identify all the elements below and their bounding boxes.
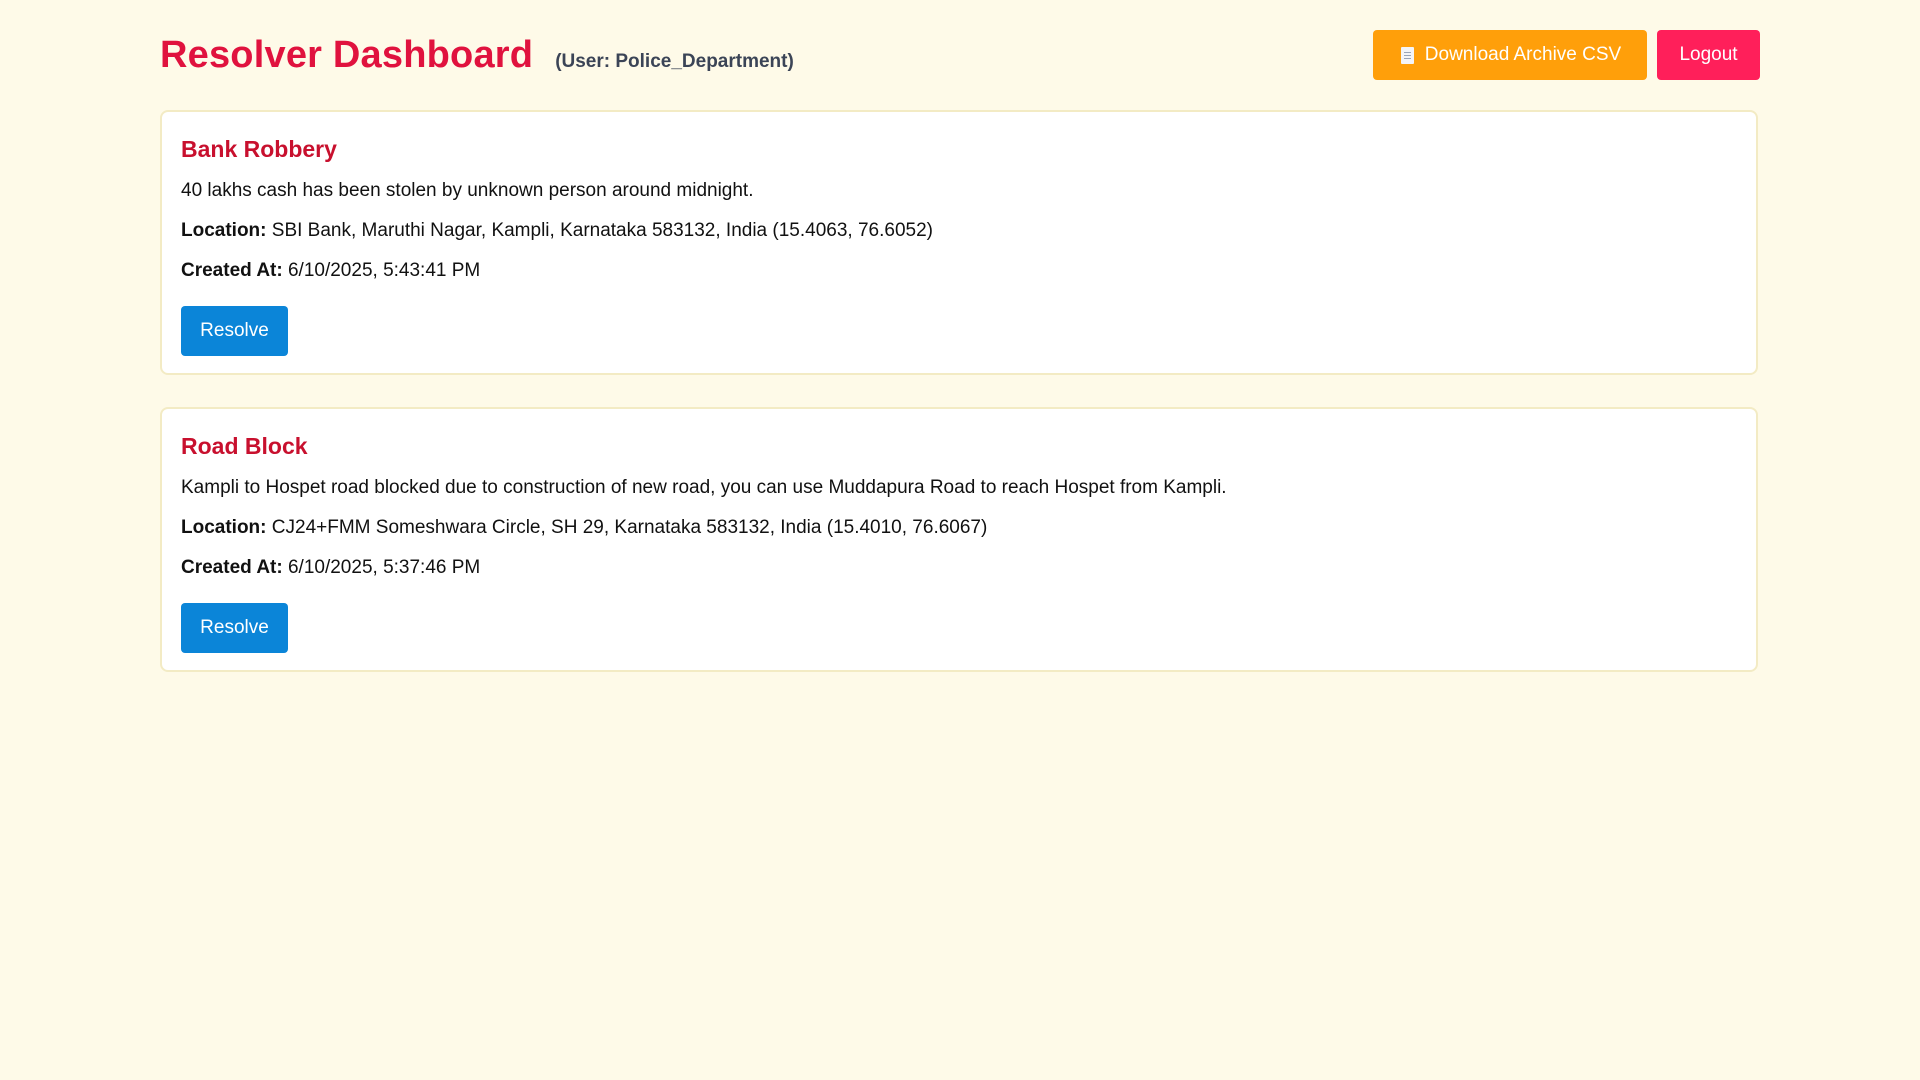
page-title: Resolver Dashboard xyxy=(160,34,534,76)
created-at-value: 6/10/2025, 5:43:41 PM xyxy=(287,260,481,281)
incident-location: Location: CJ24+FMM Someshwara Circle, SH… xyxy=(181,515,1737,541)
download-archive-csv-button[interactable]: Download Archive CSV xyxy=(1373,30,1647,80)
location-value: CJ24+FMM Someshwara Circle, SH 29, Karna… xyxy=(271,517,988,538)
location-label: Location: xyxy=(181,220,267,241)
incident-card-body: Bank Robbery 40 lakhs cash has been stol… xyxy=(181,134,1737,284)
incident-card-body: Road Block Kampli to Hospet road blocked… xyxy=(181,431,1737,581)
location-label: Location: xyxy=(181,517,267,538)
incident-title: Road Block xyxy=(181,433,308,459)
incident-title: Bank Robbery xyxy=(181,136,337,162)
incident-location: Location: SBI Bank, Maruthi Nagar, Kampl… xyxy=(181,218,1737,244)
incident-description: 40 lakhs cash has been stolen by unknown… xyxy=(181,180,754,201)
title-group: Resolver Dashboard (User: Police_Departm… xyxy=(160,34,794,77)
location-value: SBI Bank, Maruthi Nagar, Kampli, Karnata… xyxy=(271,220,933,241)
incident-description: Kampli to Hospet road blocked due to con… xyxy=(181,477,1227,498)
resolve-button[interactable]: Resolve xyxy=(181,306,288,356)
incident-created-at: Created At: 6/10/2025, 5:43:41 PM xyxy=(181,258,1737,284)
created-at-label: Created At: xyxy=(181,260,283,281)
created-at-label: Created At: xyxy=(181,557,283,578)
dashboard-container: Resolver Dashboard (User: Police_Departm… xyxy=(160,0,1760,672)
logout-button[interactable]: Logout xyxy=(1657,30,1760,80)
created-at-value: 6/10/2025, 5:37:46 PM xyxy=(287,557,481,578)
incident-card: Bank Robbery 40 lakhs cash has been stol… xyxy=(160,110,1758,375)
dashboard-header: Resolver Dashboard (User: Police_Departm… xyxy=(160,0,1760,110)
incident-created-at: Created At: 6/10/2025, 5:37:46 PM xyxy=(181,555,1737,581)
resolve-button[interactable]: Resolve xyxy=(181,603,288,653)
current-user-label: (User: Police_Department) xyxy=(555,51,794,72)
header-actions: Download Archive CSV Logout xyxy=(1373,30,1760,80)
download-archive-csv-label: Download Archive CSV xyxy=(1424,44,1622,65)
incident-card: Road Block Kampli to Hospet road blocked… xyxy=(160,407,1758,672)
document-icon xyxy=(1400,46,1414,64)
